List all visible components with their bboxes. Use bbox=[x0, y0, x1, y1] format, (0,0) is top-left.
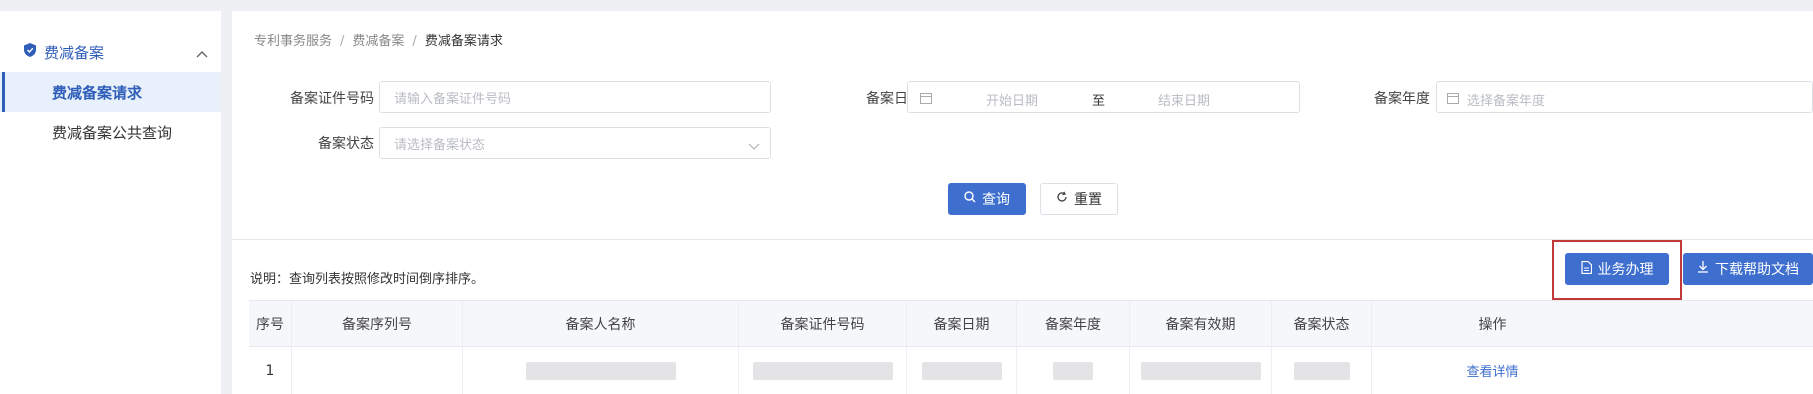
sidebar-item-fee-reduction-request[interactable]: 费减备案请求 bbox=[0, 72, 221, 112]
column-header: 备案年度 bbox=[1017, 301, 1130, 346]
cert-number-input[interactable]: 请输入备案证件号码 bbox=[379, 81, 771, 113]
column-header: 备案有效期 bbox=[1130, 301, 1272, 346]
redacted-text bbox=[921, 361, 1002, 380]
column-header: 备案证件号码 bbox=[739, 301, 907, 346]
calendar-icon bbox=[1447, 92, 1459, 108]
breadcrumb-current: 费减备案请求 bbox=[424, 34, 503, 49]
breadcrumb: 专利事务服务 / 费减备案 / 费减备案请求 bbox=[254, 30, 503, 49]
column-header: 备案序列号 bbox=[292, 301, 463, 346]
date-range-picker[interactable]: 开始日期 至 结束日期 bbox=[907, 81, 1300, 113]
refresh-icon bbox=[1056, 191, 1068, 207]
column-header: 序号 bbox=[249, 301, 292, 346]
breadcrumb-separator: / bbox=[412, 34, 417, 49]
year-picker[interactable]: 选择备案年度 bbox=[1436, 81, 1813, 113]
download-help-button[interactable]: 下载帮助文档 bbox=[1683, 253, 1813, 285]
view-details-link[interactable]: 查看详情 bbox=[1466, 361, 1518, 380]
active-indicator bbox=[2, 72, 5, 112]
column-header: 操作 bbox=[1478, 316, 1507, 333]
calendar-icon bbox=[920, 92, 932, 108]
download-icon bbox=[1697, 261, 1709, 277]
redacted-text bbox=[1140, 361, 1261, 380]
year-label: 备案年度 bbox=[1374, 91, 1430, 107]
sidebar-item-label: 费减备案请求 bbox=[52, 84, 143, 102]
serial-cell bbox=[292, 347, 463, 394]
column-header: 备案状态 bbox=[1272, 301, 1372, 346]
reset-button-label: 重置 bbox=[1074, 192, 1102, 208]
query-button-label: 查询 bbox=[982, 192, 1010, 208]
table-header-row: 序号 备案序列号 备案人名称 备案证件号码 备案日期 备案年度 备案有效期 备案… bbox=[249, 300, 1813, 347]
column-header: 备案人名称 bbox=[463, 301, 739, 346]
sidebar-item-fee-reduction-public-query[interactable]: 费减备案公共查询 bbox=[0, 112, 221, 152]
breadcrumb-item[interactable]: 专利事务服务 bbox=[254, 34, 332, 49]
breadcrumb-separator: / bbox=[340, 34, 345, 49]
status-placeholder: 请选择备案状态 bbox=[394, 137, 486, 153]
business-handling-button[interactable]: 业务办理 bbox=[1565, 253, 1669, 285]
download-help-label: 下载帮助文档 bbox=[1715, 262, 1799, 278]
cert-number-label: 备案证件号码 bbox=[290, 91, 374, 107]
cert-number-placeholder: 请输入备案证件号码 bbox=[394, 91, 512, 107]
end-date-placeholder: 结束日期 bbox=[1158, 94, 1211, 109]
sidebar-group-label: 费减备案 bbox=[44, 44, 105, 62]
breadcrumb-item[interactable]: 费减备案 bbox=[352, 34, 404, 49]
date-label: 备案日期 bbox=[866, 91, 922, 107]
cert-cell bbox=[739, 347, 907, 394]
name-cell bbox=[463, 347, 739, 394]
status-label: 备案状态 bbox=[318, 136, 374, 152]
start-date-placeholder: 开始日期 bbox=[986, 94, 1039, 109]
query-button[interactable]: 查询 bbox=[948, 183, 1026, 215]
row-index: 1 bbox=[249, 347, 292, 394]
table-row: 1 查看详情 bbox=[249, 347, 1813, 394]
redacted-text bbox=[525, 361, 676, 380]
date-cell bbox=[907, 347, 1017, 394]
shield-icon bbox=[24, 43, 36, 61]
reset-button[interactable]: 重置 bbox=[1040, 183, 1118, 215]
column-header: 备案日期 bbox=[907, 301, 1017, 346]
main-panel: 专利事务服务 / 费减备案 / 费减备案请求 备案证件号码 请输入备案证件号码 备案日期… bbox=[232, 11, 1813, 394]
sort-note: 说明：查询列表按照修改时间倒序排序。 bbox=[250, 272, 485, 287]
redacted-text bbox=[1053, 361, 1093, 380]
sidebar-group-fee-reduction[interactable]: 费减备案 bbox=[0, 29, 221, 73]
chevron-down-icon bbox=[748, 140, 760, 155]
chevron-up-icon[interactable] bbox=[196, 46, 208, 62]
redacted-text bbox=[752, 361, 893, 380]
status-cell bbox=[1272, 347, 1372, 394]
validity-cell bbox=[1130, 347, 1272, 394]
sidebar: 费减备案 费减备案请求 费减备案公共查询 bbox=[0, 11, 221, 394]
redacted-text bbox=[1293, 361, 1350, 380]
year-cell bbox=[1017, 347, 1130, 394]
document-icon bbox=[1580, 260, 1592, 278]
year-placeholder: 选择备案年度 bbox=[1467, 94, 1546, 109]
action-cell: 查看详情 bbox=[1372, 347, 1613, 394]
search-icon bbox=[964, 191, 976, 207]
sidebar-item-label: 费减备案公共查询 bbox=[52, 124, 173, 142]
status-select[interactable]: 请选择备案状态 bbox=[379, 127, 771, 159]
business-handling-label: 业务办理 bbox=[1597, 262, 1654, 278]
date-range-separator: 至 bbox=[1092, 94, 1106, 109]
